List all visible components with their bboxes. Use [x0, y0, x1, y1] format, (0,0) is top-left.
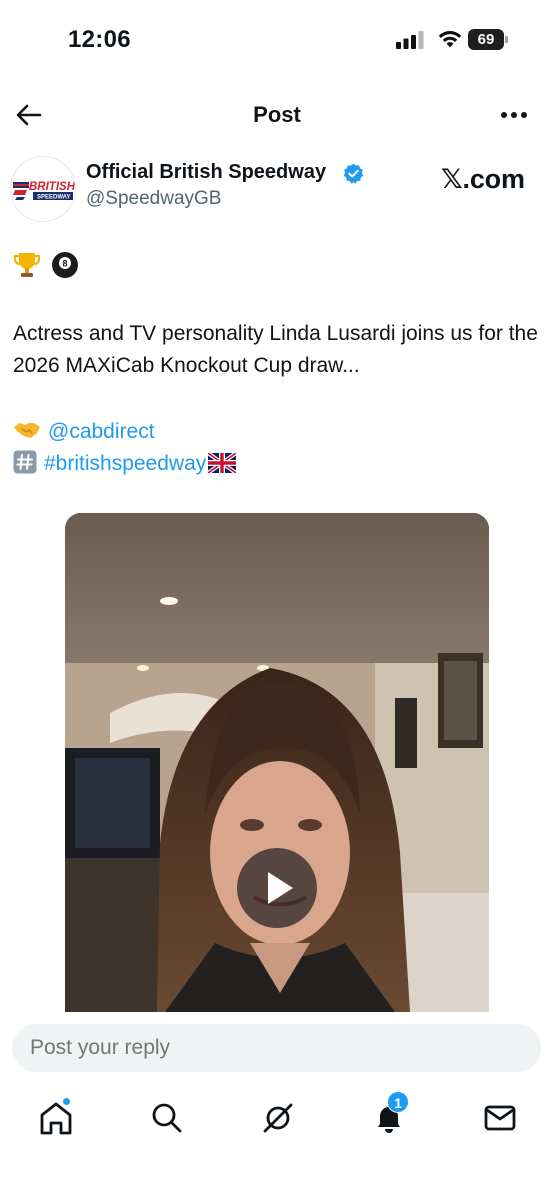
svg-text:SPEEDWAY: SPEEDWAY [37, 195, 70, 201]
emoji-line: 8 [12, 250, 84, 284]
status-bar: 12:06 69 [0, 0, 554, 80]
hashtag-line: #britishspeedway [13, 448, 237, 480]
svg-text:BRITISH: BRITISH [29, 181, 76, 193]
author-handle[interactable]: @SpeedwayGB [86, 188, 221, 210]
grok-icon [263, 1103, 293, 1133]
reply-bar [0, 1012, 554, 1088]
page-title: Post [253, 102, 301, 127]
battery-tip [505, 36, 508, 43]
british-speedway-logo: BRITISH SPEEDWAY [11, 157, 76, 221]
post-author: BRITISH SPEEDWAY Official British Speedw… [0, 152, 554, 224]
author-name[interactable]: Official British Speedway [86, 161, 326, 184]
notification-count-badge: 1 [387, 1091, 409, 1113]
verified-badge-icon [343, 163, 364, 184]
tab-notifications[interactable]: 1 [369, 1091, 409, 1138]
mention-line: @cabdirect [13, 416, 155, 448]
hashtag-link[interactable]: #britishspeedway [44, 452, 206, 475]
video-player[interactable] [65, 513, 489, 1012]
cellular-signal-icon [396, 31, 424, 49]
mention-link[interactable]: @cabdirect [48, 420, 155, 443]
reply-input[interactable] [12, 1024, 541, 1072]
battery-level: 69 [468, 29, 504, 50]
tab-grok[interactable] [258, 1098, 298, 1138]
more-options-icon[interactable] [498, 100, 530, 130]
uk-flag-icon [208, 453, 237, 473]
tab-search[interactable] [147, 1098, 187, 1138]
eightball-icon: 8 [52, 252, 79, 278]
play-button[interactable] [237, 848, 317, 928]
post-text: Actress and TV personality Linda Lusardi… [13, 322, 538, 377]
x-com-label: 𝕏.com [441, 164, 525, 194]
play-icon [268, 872, 293, 904]
tab-messages[interactable] [480, 1098, 520, 1138]
post-header: Post [0, 88, 554, 144]
svg-text:8: 8 [63, 259, 68, 269]
trophy-icon [13, 253, 41, 277]
messages-icon [484, 1105, 516, 1131]
hash-key-icon [13, 450, 37, 474]
video-thumbnail [65, 513, 489, 1012]
wifi-icon [438, 31, 462, 48]
status-time: 12:06 [68, 26, 131, 53]
tab-home[interactable] [36, 1097, 76, 1138]
avatar[interactable]: BRITISH SPEEDWAY [10, 156, 76, 222]
home-unread-dot [62, 1097, 71, 1106]
bottom-tab-bar: 1 [0, 1088, 554, 1200]
handshake-icon [14, 423, 40, 438]
battery-icon: 69 [468, 29, 508, 50]
search-icon [152, 1103, 182, 1133]
